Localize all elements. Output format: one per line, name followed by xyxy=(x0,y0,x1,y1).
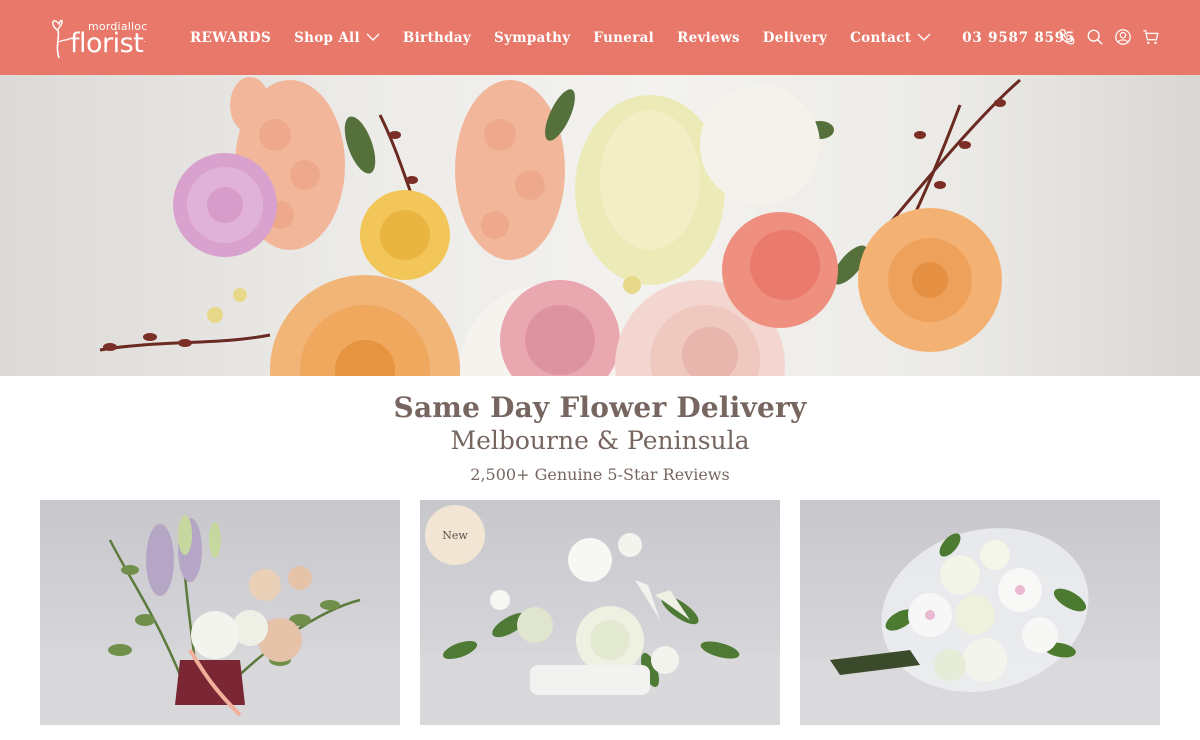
phone-icon[interactable] xyxy=(1058,27,1076,47)
product-card[interactable]: New xyxy=(420,500,780,725)
page-title: Same Day Flower Delivery xyxy=(393,391,807,424)
page-subtitle: Melbourne & Peninsula xyxy=(450,426,750,455)
account-icon[interactable] xyxy=(1114,27,1132,47)
search-icon[interactable] xyxy=(1086,27,1104,47)
cart-icon[interactable] xyxy=(1142,27,1160,47)
product-card[interactable] xyxy=(800,500,1160,725)
nav-item-delivery[interactable]: Delivery xyxy=(763,30,827,46)
site-header: mordialloc florist. REWARDS Shop All Bir… xyxy=(0,0,1200,75)
nav-item-contact[interactable]: Contact xyxy=(850,30,931,46)
reviews-tagline[interactable]: 2,500+ Genuine 5-Star Reviews xyxy=(0,465,1200,484)
nav-item-sympathy[interactable]: Sympathy xyxy=(494,30,570,46)
nav-item-birthday[interactable]: Birthday xyxy=(403,30,471,46)
nav-item-reviews[interactable]: Reviews xyxy=(677,30,740,46)
header-icons xyxy=(1058,27,1160,47)
nav-item-rewards[interactable]: REWARDS xyxy=(190,30,271,46)
brand-name: florist. xyxy=(70,28,146,59)
product-image xyxy=(800,528,1160,725)
product-card[interactable] xyxy=(40,500,400,725)
chevron-down-icon xyxy=(366,33,380,41)
hero-flowers-illustration xyxy=(99,77,1021,376)
chevron-down-icon xyxy=(917,33,931,41)
new-badge: New xyxy=(425,505,485,565)
hero-banner-image[interactable] xyxy=(0,75,1200,376)
product-image xyxy=(40,515,400,725)
nav-item-funeral[interactable]: Funeral xyxy=(593,30,654,46)
nav-item-shop-all[interactable]: Shop All xyxy=(294,30,380,46)
brand-logo[interactable]: mordialloc florist. xyxy=(50,14,154,62)
main-nav: REWARDS Shop All Birthday Sympathy Funer… xyxy=(190,0,1075,75)
